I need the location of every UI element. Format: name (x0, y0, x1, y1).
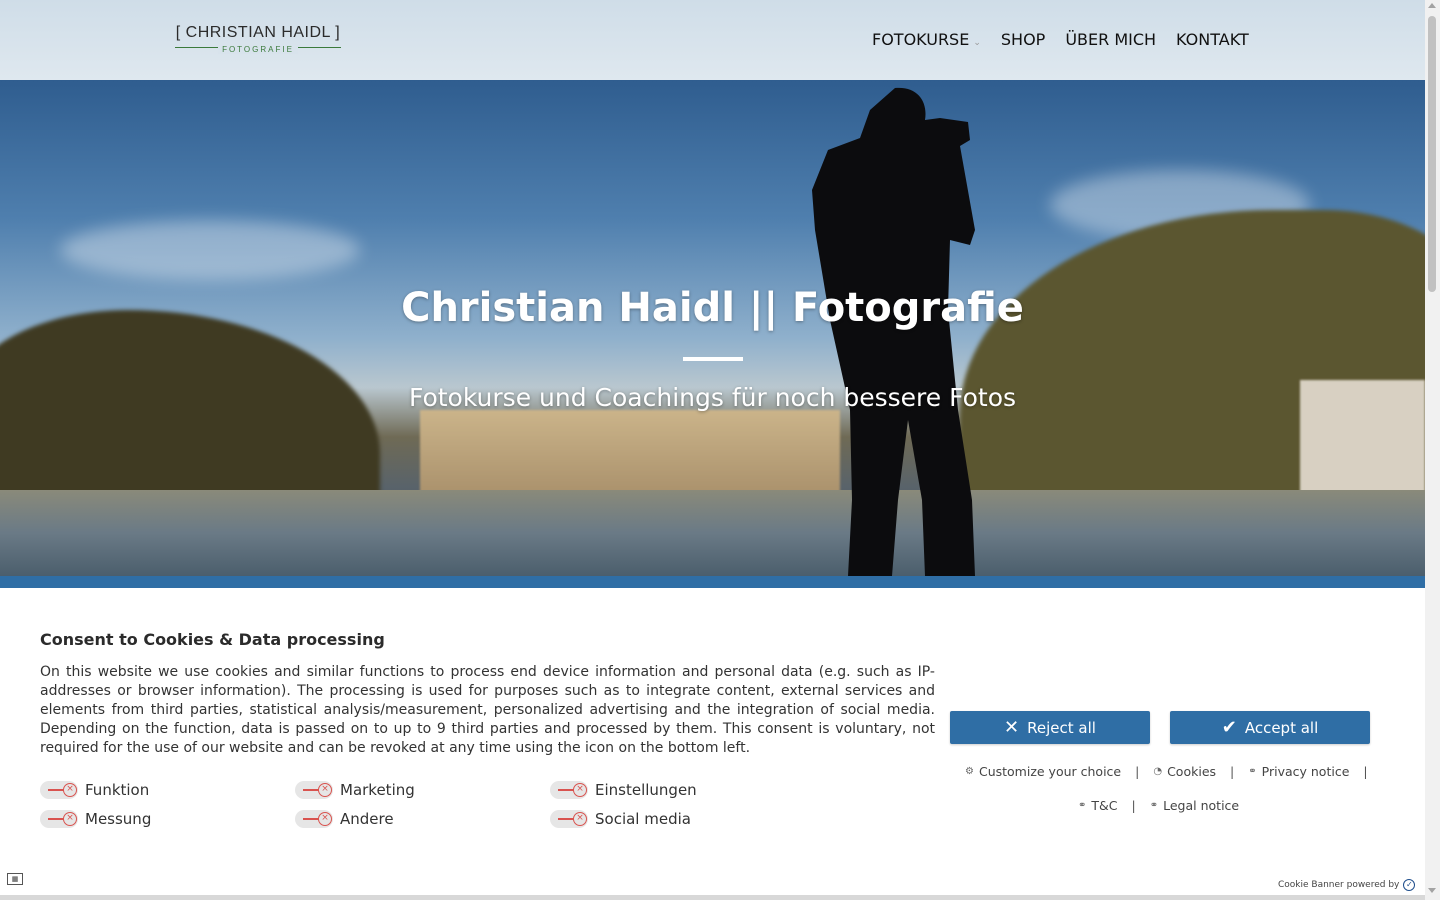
hero-banner: Christian Haidl || Fotografie Fotokurse … (0, 80, 1425, 576)
close-icon: × (63, 812, 77, 826)
close-icon: ✕ (1004, 717, 1020, 738)
legal-notice-link[interactable]: ⚭ Legal notice (1150, 798, 1239, 813)
site-logo[interactable]: [ CHRISTIAN HAIDL ] FOTOGRAFIE (175, 24, 341, 54)
hero-divider (683, 357, 743, 361)
toggle-switch[interactable]: × (550, 810, 588, 828)
horizontal-scrollbar[interactable] (0, 895, 1425, 900)
close-icon: × (63, 783, 77, 797)
cookie-links-row1: ⚙ Customize your choice | ◔ Cookies | ⚭ Pri… (965, 764, 1382, 779)
cookie-text: On this website we use cookies and simil… (40, 664, 935, 756)
nav-item-ueber-mich[interactable]: ÜBER MICH (1065, 30, 1156, 49)
toggle-switch[interactable]: × (550, 781, 588, 799)
privacy-notice-link[interactable]: ⚭ Privacy notice (1248, 764, 1349, 779)
powered-by-text: Cookie Banner powered by (1278, 880, 1400, 890)
hero-river (0, 490, 1425, 576)
scroll-down-arrow-icon[interactable] (1428, 888, 1436, 893)
logo-sub-text: FOTOGRAFIE (175, 45, 341, 54)
link-icon: ⚭ (1078, 800, 1087, 811)
customize-choice-link[interactable]: ⚙ Customize your choice (965, 764, 1121, 779)
powered-by[interactable]: Cookie Banner powered by ✓ (1278, 879, 1416, 891)
toggle-label: Social media (595, 810, 691, 828)
hero-subtitle: Fotokurse und Coachings für noch bessere… (408, 383, 1017, 412)
close-icon: × (318, 783, 332, 797)
nav-item-kontakt[interactable]: KONTAKT (1176, 30, 1249, 49)
consent-toggle-messung[interactable]: × Messung (40, 810, 151, 828)
check-icon: ✔ (1221, 717, 1237, 738)
cookie-title: Consent to Cookies & Data processing (40, 630, 385, 649)
main-nav: FOTOKURSE ⌄ SHOP ÜBER MICH KONTAKT (872, 30, 1249, 49)
link-icon: ⚭ (1248, 766, 1257, 777)
consent-toggle-marketing[interactable]: × Marketing (295, 781, 415, 799)
toggle-label: Messung (85, 810, 152, 828)
gear-icon: ⚙ (965, 766, 974, 777)
toggle-label: Andere (340, 810, 394, 828)
nav-item-fotokurse[interactable]: FOTOKURSE ⌄ (872, 30, 981, 49)
shield-check-icon: ✓ (1403, 879, 1416, 891)
language-flag-icon[interactable]: ▦ (7, 873, 23, 885)
accept-all-label: Accept all (1244, 718, 1319, 737)
chevron-down-icon: ⌄ (973, 38, 981, 48)
scroll-up-arrow-icon[interactable] (1428, 3, 1436, 8)
link-separator: | (1131, 798, 1136, 813)
consent-toggle-funktion[interactable]: × Funktion (40, 781, 149, 799)
vertical-scrollbar[interactable] (1425, 0, 1440, 900)
close-icon: × (573, 783, 587, 797)
accent-strip (0, 576, 1425, 588)
toggle-label: Marketing (340, 781, 415, 799)
consent-toggle-andere[interactable]: × Andere (295, 810, 394, 828)
site-header: [ CHRISTIAN HAIDL ] FOTOGRAFIE FOTOKURSE… (0, 0, 1425, 80)
logo-main-text: [ CHRISTIAN HAIDL ] (175, 24, 341, 41)
tc-link[interactable]: ⚭ T&C (1078, 798, 1118, 813)
hero-title: Christian Haidl || Fotografie (401, 285, 1024, 331)
link-separator: | (1135, 764, 1140, 779)
cookies-link[interactable]: ◔ Cookies (1153, 764, 1216, 779)
cookie-icon: ◔ (1153, 766, 1163, 777)
hero-cloud (60, 220, 360, 280)
consent-toggle-einstellungen[interactable]: × Einstellungen (550, 781, 697, 799)
link-icon: ⚭ (1149, 800, 1159, 811)
toggle-label: Einstellungen (595, 781, 697, 799)
close-icon: × (573, 812, 587, 826)
link-separator: | (1363, 764, 1368, 779)
cookie-links-row2: ⚭ T&C | ⚭ Legal notice (1078, 798, 1239, 813)
cookie-banner: Consent to Cookies & Data processing On … (0, 588, 1425, 895)
consent-toggle-social-media[interactable]: × Social media (550, 810, 691, 828)
accept-all-button[interactable]: ✔ Accept all (1170, 711, 1370, 744)
close-icon: × (318, 812, 332, 826)
hero-town (420, 410, 840, 500)
toggle-switch[interactable]: × (295, 810, 333, 828)
link-separator: | (1230, 764, 1235, 779)
scrollbar-thumb[interactable] (1428, 16, 1436, 292)
reject-all-label: Reject all (1027, 718, 1096, 737)
nav-item-shop[interactable]: SHOP (1001, 30, 1045, 49)
toggle-switch[interactable]: × (295, 781, 333, 799)
toggle-switch[interactable]: × (40, 781, 78, 799)
toggle-label: Funktion (85, 781, 150, 799)
reject-all-button[interactable]: ✕ Reject all (950, 711, 1150, 744)
toggle-switch[interactable]: × (40, 810, 78, 828)
